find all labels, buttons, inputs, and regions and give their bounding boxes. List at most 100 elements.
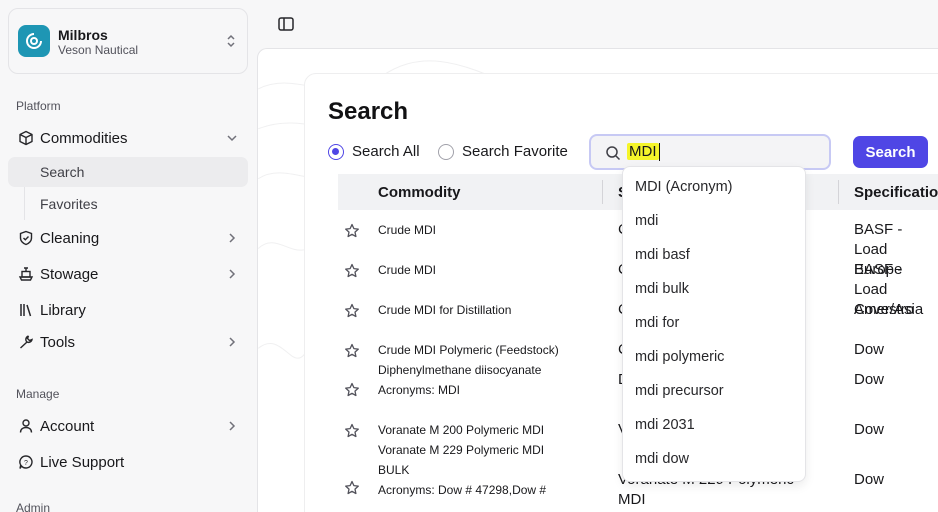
cell-text: Covestro [854,301,915,318]
cell-text: Dow [854,371,885,388]
column-divider [838,180,839,204]
cell-text: Crude MDI Polymeric (Feedstock) [378,343,559,357]
cell-text: Acronyms: MDI [378,383,461,397]
message-circle-icon: ? [18,454,34,470]
cell-commodity: Crude MDI for Distillation [378,300,511,320]
radio-label: Search Favorite [462,143,568,160]
sidebar-item-library[interactable]: Library [8,294,248,326]
suggestion-item[interactable]: mdi basf [635,247,690,263]
cell-text: BASF - Load [854,261,903,298]
favorite-star-icon[interactable] [344,423,360,444]
box-icon [18,130,34,146]
favorite-star-icon[interactable] [344,223,360,244]
suggestion-item[interactable]: mdi bulk [635,281,689,297]
suggestion-item[interactable]: mdi [635,213,658,229]
cell-text: BULK [378,463,410,477]
cell-specification: Covestro [854,300,914,320]
suggestion-item[interactable]: mdi polymeric [635,349,724,365]
cell-text: BASF - Load [854,221,903,258]
cell-text: Acronyms: Dow # 47298,Dow # [378,483,547,497]
svg-text:?: ? [24,460,28,467]
cell-text: Diphenylmethane diisocyanate [378,363,542,377]
suggestion-item[interactable]: mdi dow [635,451,689,467]
chevron-down-icon [226,131,238,149]
radio-search-favorite[interactable]: Search Favorite [438,143,568,160]
suggestions-dropdown: MDI (Acronym) mdi mdi basf mdi bulk mdi for m… [622,166,806,482]
sidebar: Milbros Veson Nautical Platform Commodit… [0,0,256,512]
cell-commodity: Diphenylmethane diisocyanate Acronyms: MD… [378,360,541,400]
suggestion-item[interactable]: MDI (Acronym) [635,179,732,195]
favorite-star-icon[interactable] [344,343,360,364]
cell-text: Dow [854,471,885,488]
radio-indicator [438,143,454,160]
favorite-star-icon[interactable] [344,480,360,501]
suggestion-item[interactable]: mdi 2031 [635,417,695,433]
sidebar-item-account[interactable]: Account [8,410,248,442]
org-switcher[interactable]: Milbros Veson Nautical [8,8,248,74]
cell-specification: Dow [854,340,884,360]
cell-specification: Dow [854,470,884,490]
search-query-text: MDI [627,143,659,160]
chevron-right-icon [226,419,238,437]
text-caret [659,143,660,161]
ship-icon [18,266,34,282]
radio-label: Search All [352,143,420,160]
user-icon [18,418,34,434]
cell-text: MDI [618,491,646,508]
sidebar-item-cleaning[interactable]: Cleaning [8,222,248,254]
cell-text: Voranate M 229 Polymeric MDI [378,443,545,457]
org-subtitle: Veson Nautical [58,43,139,57]
section-manage: Manage [16,387,60,401]
cell-commodity: Crude MDI Polymeric (Feedstock) [378,340,559,360]
section-platform: Platform [16,99,61,113]
favorite-star-icon[interactable] [344,263,360,284]
cell-commodity: Crude MDI [378,220,436,240]
cell-commodity: Voranate M 229 Polymeric MDI BULK Acronyms… [378,440,546,500]
sidebar-item-label: Stowage [40,265,99,283]
page-title: Search [328,98,409,125]
chevron-right-icon [226,267,238,285]
search-button[interactable]: Search [853,136,928,168]
sidebar-item-stowage[interactable]: Stowage [8,258,248,290]
section-admin: Admin [16,501,51,512]
cell-text: Crude MDI [378,263,437,277]
chevron-right-icon [226,231,238,249]
cell-text: Dow [854,421,885,438]
org-logo-icon [18,25,50,57]
sidebar-item-tools[interactable]: Tools [8,326,248,358]
cell-text: Crude MDI for Distillation [378,303,512,317]
sidebar-item-live-support[interactable]: ? Live Support [8,446,248,478]
radio-search-all[interactable]: Search All [328,143,420,160]
chevron-right-icon [226,335,238,353]
suggestion-item[interactable]: mdi precursor [635,383,724,399]
sidebar-item-label: Cleaning [40,229,100,247]
favorite-star-icon[interactable] [344,303,360,324]
sidebar-subitem-label: Favorites [40,196,98,212]
sidebar-toggle-icon[interactable] [276,14,296,34]
radio-selected-indicator [328,143,344,160]
library-icon [18,302,34,318]
column-header-commodity[interactable]: Commodity [378,184,461,201]
cell-text: Dow [854,341,885,358]
sidebar-item-label: Commodities [40,129,128,147]
sidebar-item-commodities[interactable]: Commodities [8,122,248,154]
sidebar-item-label: Live Support [40,453,125,471]
column-header-specification[interactable]: Specification [854,184,938,201]
cell-commodity: Voranate M 200 Polymeric MDI [378,420,544,440]
sidebar-subitem-search[interactable]: Search [8,157,248,187]
org-name: Milbros [58,27,108,43]
wrench-icon [18,334,34,350]
cell-specification: Dow [854,420,884,440]
favorite-star-icon[interactable] [344,382,360,403]
cell-specification: Dow [854,370,884,390]
shield-check-icon [18,230,34,246]
sidebar-item-label: Account [40,417,95,435]
search-icon [605,145,621,166]
cell-text: Voranate M 200 Polymeric MDI [378,423,545,437]
sidebar-subitem-favorites[interactable]: Favorites [8,189,248,219]
suggestion-item[interactable]: mdi for [635,315,679,331]
search-input[interactable]: MDI [589,134,831,170]
chevrons-up-down-icon [225,33,237,54]
column-divider [602,180,603,204]
cell-text: Crude MDI [378,223,437,237]
